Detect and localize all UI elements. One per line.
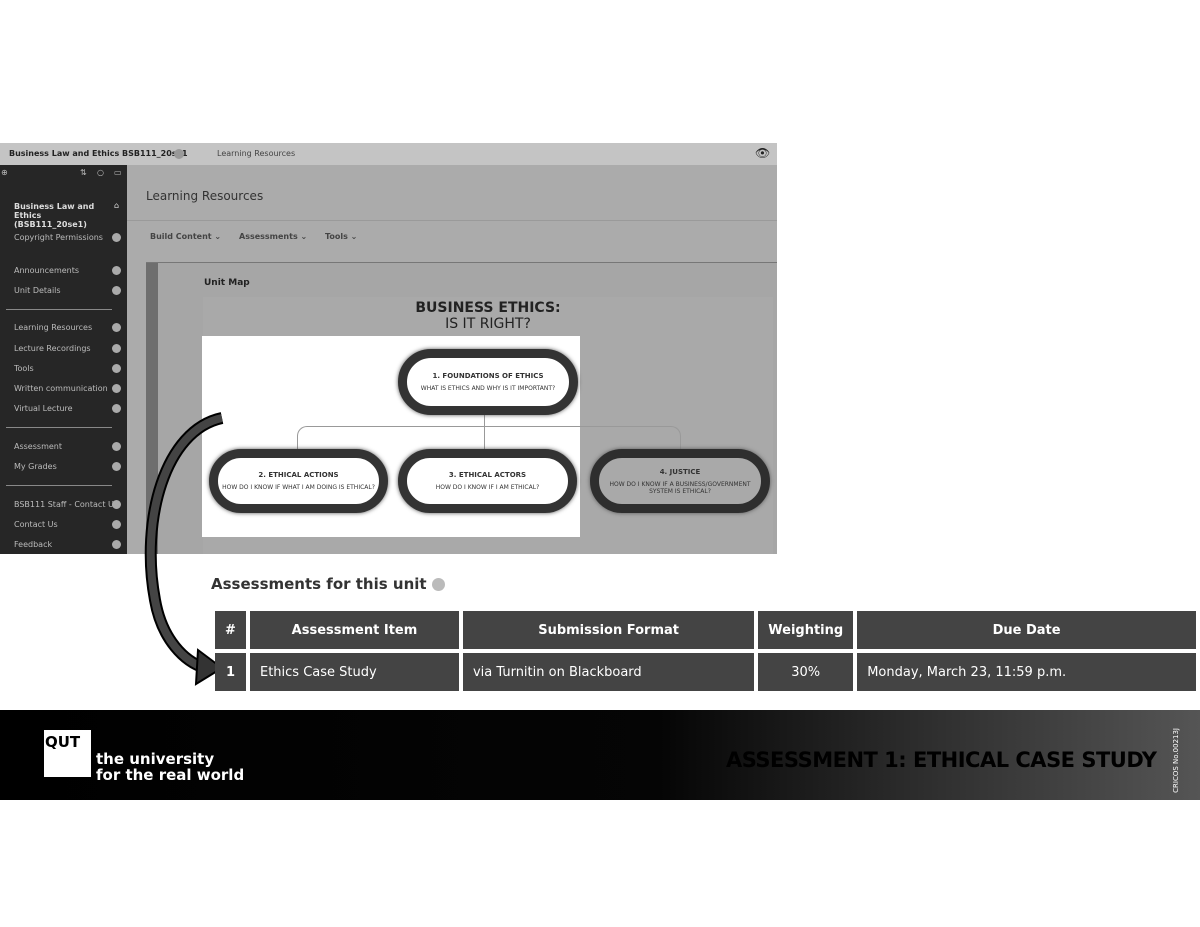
cell: 1 [215,653,246,691]
cricos-number: CRICOS No.00213J [1172,728,1180,793]
chevron-down-icon[interactable] [431,578,445,591]
tagline: for the real world [96,766,245,784]
column-header: Due Date [857,611,1196,649]
node-ethical-actors: 3. ETHICAL ACTORS HOW DO I KNOW IF I AM E… [398,449,577,513]
node-foundations: 1. FOUNDATIONS OF ETHICS WHAT IS ETHICS A… [398,349,578,415]
slide-title: ASSESSMENT 1: ETHICAL CASE STUDY [726,748,1157,772]
curved-arrow-icon [144,412,224,686]
qut-logo: QUT [44,730,91,777]
assessments-heading: Assessments for this unit [211,575,445,593]
table-header: # Assessment Item Submission Format Weig… [215,611,1196,649]
column-header: Weighting [758,611,854,649]
student-preview-eye-icon[interactable]: 👁 [755,146,770,160]
column-header: Submission Format [462,611,755,649]
node-justice: 4. JUSTICE HOW DO I KNOW IF A BUSINESS/GO… [590,449,770,513]
column-header: # [215,611,246,649]
cell: Ethics Case Study [249,653,459,691]
assessments-table: # Assessment Item Submission Format Weig… [211,607,1200,695]
slide-footer: QUT the university for the real world AS… [0,710,1200,800]
column-header: Assessment Item [249,611,459,649]
cell: Monday, March 23, 11:59 p.m. [857,653,1196,691]
table-row: 1 Ethics Case Study via Turnitin on Blac… [215,653,1196,691]
cell: 30% [758,653,854,691]
cell: via Turnitin on Blackboard [462,653,755,691]
